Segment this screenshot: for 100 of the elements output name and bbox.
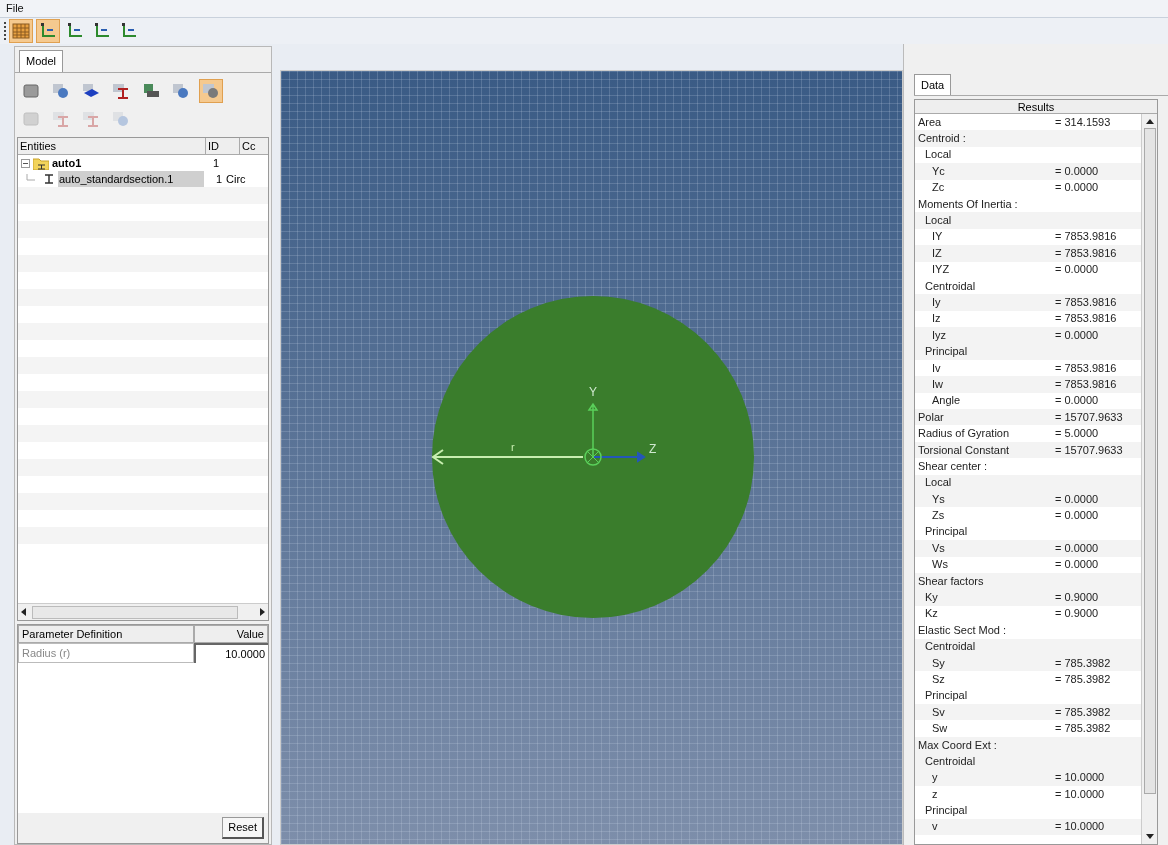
axes-icon bbox=[120, 22, 138, 40]
result-value: = 5.0000 bbox=[1055, 428, 1099, 440]
expander-icon[interactable] bbox=[21, 158, 30, 168]
result-label: Zc bbox=[931, 182, 946, 194]
result-label: IY bbox=[931, 231, 944, 243]
result-label: Principal bbox=[924, 805, 969, 817]
result-label: Iz bbox=[931, 313, 942, 325]
scroll-up-icon[interactable] bbox=[1145, 118, 1154, 124]
axes-icon bbox=[93, 22, 111, 40]
result-label: Centroidal bbox=[924, 641, 977, 653]
result-label: Sw bbox=[931, 723, 949, 735]
result-label: y bbox=[931, 772, 939, 784]
tree-id: 1 bbox=[213, 155, 221, 171]
result-label: Principal bbox=[924, 526, 969, 538]
toolbar-button[interactable] bbox=[36, 19, 60, 43]
result-label: Ys bbox=[931, 493, 946, 505]
result-label: Torsional Constant bbox=[917, 444, 1011, 456]
result-label: Iv bbox=[931, 362, 942, 374]
result-value: = 0.0000 bbox=[1055, 182, 1099, 194]
result-value: = 10.0000 bbox=[1055, 788, 1105, 800]
reset-button[interactable]: Reset bbox=[222, 817, 264, 839]
result-label: Principal bbox=[924, 346, 969, 358]
result-label: Vs bbox=[931, 542, 946, 554]
column-header[interactable]: Cc bbox=[240, 138, 258, 154]
column-header[interactable]: ID bbox=[206, 138, 240, 154]
result-value: = 785.3982 bbox=[1055, 723, 1111, 735]
result-value: = 10.0000 bbox=[1055, 821, 1105, 833]
result-value: = 7853.9816 bbox=[1055, 378, 1117, 390]
result-label: Polar bbox=[917, 411, 945, 423]
panel-tab[interactable]: Data bbox=[914, 74, 952, 95]
result-value: = 314.1593 bbox=[1055, 116, 1111, 128]
y-axis-arrow bbox=[588, 402, 598, 458]
column-header[interactable]: Entities bbox=[18, 138, 206, 154]
box-icon bbox=[22, 110, 40, 128]
result-label: v bbox=[931, 821, 939, 833]
beam-icon bbox=[112, 82, 130, 100]
result-label: IZ bbox=[931, 247, 943, 259]
section-viewport[interactable]: r Y Z bbox=[280, 70, 903, 845]
scroll-down-icon[interactable] bbox=[1145, 834, 1154, 840]
box-icon bbox=[22, 82, 40, 100]
menu-item[interactable]: File bbox=[6, 0, 24, 17]
toolbar-button[interactable] bbox=[9, 19, 33, 43]
result-value: = 0.0000 bbox=[1055, 329, 1099, 341]
y-axis-label: Y bbox=[589, 385, 597, 399]
result-label: Moments Of Inertia : bbox=[917, 198, 1019, 210]
result-label: Iw bbox=[931, 378, 944, 390]
result-value: = 15707.9633 bbox=[1055, 444, 1123, 456]
result-value: = 0.0000 bbox=[1055, 542, 1099, 554]
result-label: Max Coord Ext : bbox=[917, 739, 998, 751]
result-value: = 0.0000 bbox=[1055, 165, 1099, 177]
result-label: Sy bbox=[931, 657, 946, 669]
z-axis-arrow bbox=[592, 452, 646, 462]
result-label: Kz bbox=[924, 608, 939, 620]
result-label: Local bbox=[924, 477, 953, 489]
grid-icon bbox=[12, 22, 30, 40]
result-value: = 7853.9816 bbox=[1055, 362, 1117, 374]
result-label: IYZ bbox=[931, 264, 951, 276]
result-label: Sv bbox=[931, 706, 946, 718]
result-label: Yc bbox=[931, 165, 946, 177]
scroll-left-icon[interactable] bbox=[20, 608, 28, 616]
result-value: = 785.3982 bbox=[1055, 673, 1111, 685]
result-label: Ws bbox=[931, 559, 949, 571]
result-label: Angle bbox=[931, 395, 962, 407]
result-value: = 10.0000 bbox=[1055, 772, 1105, 784]
column-header[interactable]: Parameter Definition bbox=[18, 625, 194, 643]
parameter-value-field[interactable]: 10.0000 bbox=[194, 643, 268, 663]
tree-cell-text: Circ bbox=[226, 171, 246, 187]
result-value: = 785.3982 bbox=[1055, 706, 1111, 718]
result-value: = 0.0000 bbox=[1055, 395, 1099, 407]
result-label: Centroid : bbox=[917, 133, 967, 145]
panel-tab[interactable]: Model bbox=[19, 50, 63, 72]
origin-icon bbox=[584, 448, 602, 466]
result-value: = 0.0000 bbox=[1055, 510, 1099, 522]
beam-section-icon bbox=[44, 174, 54, 184]
axes-icon bbox=[39, 22, 57, 40]
result-value: = 15707.9633 bbox=[1055, 411, 1123, 423]
result-label: Local bbox=[924, 149, 953, 161]
result-value: = 7853.9816 bbox=[1055, 297, 1117, 308]
horizontal-scrollbar[interactable] bbox=[18, 603, 268, 620]
tree-label[interactable]: auto_standardsection.1 bbox=[58, 170, 204, 188]
tree-row[interactable]: auto1 1 bbox=[18, 155, 268, 171]
plate-icon bbox=[82, 82, 100, 100]
result-label: Radius of Gyration bbox=[917, 428, 1011, 440]
section-icon bbox=[202, 82, 220, 100]
result-label: Shear factors bbox=[917, 575, 985, 587]
column-header[interactable]: Value bbox=[194, 625, 268, 643]
radius-label: r bbox=[511, 441, 515, 453]
result-value: = 0.9000 bbox=[1055, 592, 1099, 603]
shapes-icon bbox=[52, 82, 70, 100]
scroll-right-icon[interactable] bbox=[258, 608, 266, 616]
vertical-scrollbar[interactable] bbox=[1141, 114, 1157, 844]
result-label: Centroidal bbox=[924, 280, 977, 292]
result-value: = 7853.9816 bbox=[1055, 231, 1117, 243]
folder-icon bbox=[33, 156, 49, 170]
result-label: Elastic Sect Mod : bbox=[917, 624, 1008, 636]
result-label: Local bbox=[924, 215, 953, 227]
axes-icon bbox=[66, 22, 84, 40]
result-label: z bbox=[931, 788, 939, 800]
z-axis-label: Z bbox=[649, 442, 657, 456]
result-value: = 7853.9816 bbox=[1055, 313, 1117, 325]
